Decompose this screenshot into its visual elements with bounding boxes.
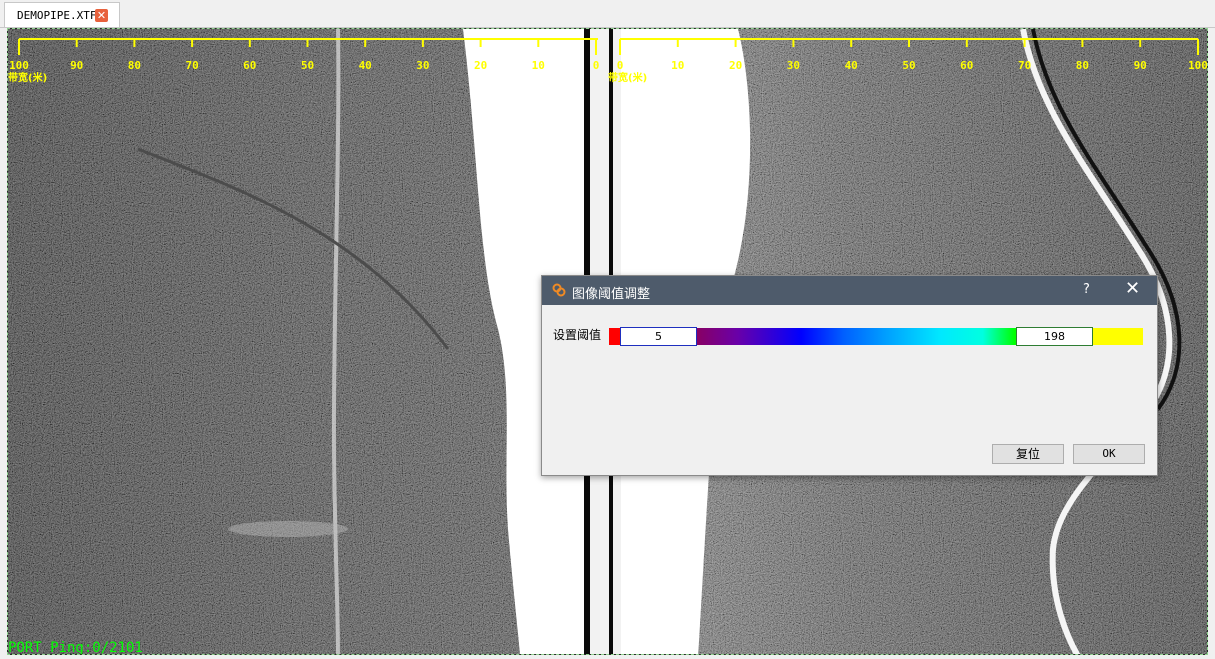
scale-label-right: 90 xyxy=(1133,59,1147,72)
link-icon xyxy=(552,283,566,297)
scale-unit-label-left: 带宽(米) xyxy=(8,73,48,84)
threshold-label: 设置阈值 xyxy=(553,328,602,342)
tab-demopipe[interactable]: DEMOPIPE.XTF ✕ xyxy=(4,2,120,27)
tab-label: DEMOPIPE.XTF xyxy=(17,9,97,22)
scale-label-left: 0 xyxy=(592,59,600,72)
scale-label-right: 100 xyxy=(1188,59,1208,72)
status-text: PORT Ping:0/2101 xyxy=(8,640,143,655)
scale-label-left: 60 xyxy=(243,59,257,72)
dialog-title-bar[interactable]: 图像阈值调整 ? ✕ xyxy=(542,276,1157,305)
dialog-title: 图像阈值调整 xyxy=(572,287,651,302)
threshold-min-field[interactable]: 5 xyxy=(620,327,697,346)
scale-label-left: 40 xyxy=(358,59,372,72)
tab-bar: DEMOPIPE.XTF ✕ xyxy=(0,0,1215,28)
scale-label-right: 10 xyxy=(671,59,685,72)
close-button[interactable]: ✕ xyxy=(1125,279,1140,299)
scale-label-left: 90 xyxy=(70,59,84,72)
threshold-max-field[interactable]: 198 xyxy=(1016,327,1093,346)
scale-label-left: 70 xyxy=(185,59,199,72)
scale-label-left: 80 xyxy=(127,59,142,72)
scale-label-left: 10 xyxy=(531,59,545,72)
scale-label-right: 40 xyxy=(844,59,858,72)
scale-label-right: 80 xyxy=(1075,59,1090,72)
scale-unit-label-right: 带宽(米) xyxy=(608,73,648,84)
ok-button[interactable]: OK xyxy=(1073,444,1145,464)
close-icon[interactable]: ✕ xyxy=(95,9,108,22)
scale-label-right: 30 xyxy=(786,59,801,72)
scale-label-left: 30 xyxy=(416,59,430,72)
reset-button[interactable]: 复位 xyxy=(992,444,1064,464)
scale-label-right: 50 xyxy=(902,59,916,72)
help-button[interactable]: ? xyxy=(1083,282,1090,297)
scale-label-right: 60 xyxy=(960,59,974,72)
scale-label-right: 70 xyxy=(1017,59,1032,72)
scale-label-right: 20 xyxy=(728,59,743,72)
scale-label-left: 20 xyxy=(473,59,488,72)
threshold-dialog: 图像阈值调整 ? ✕ 设置阈值 5 198 复位 OK xyxy=(541,275,1158,476)
scale-label-left: 50 xyxy=(300,59,315,72)
